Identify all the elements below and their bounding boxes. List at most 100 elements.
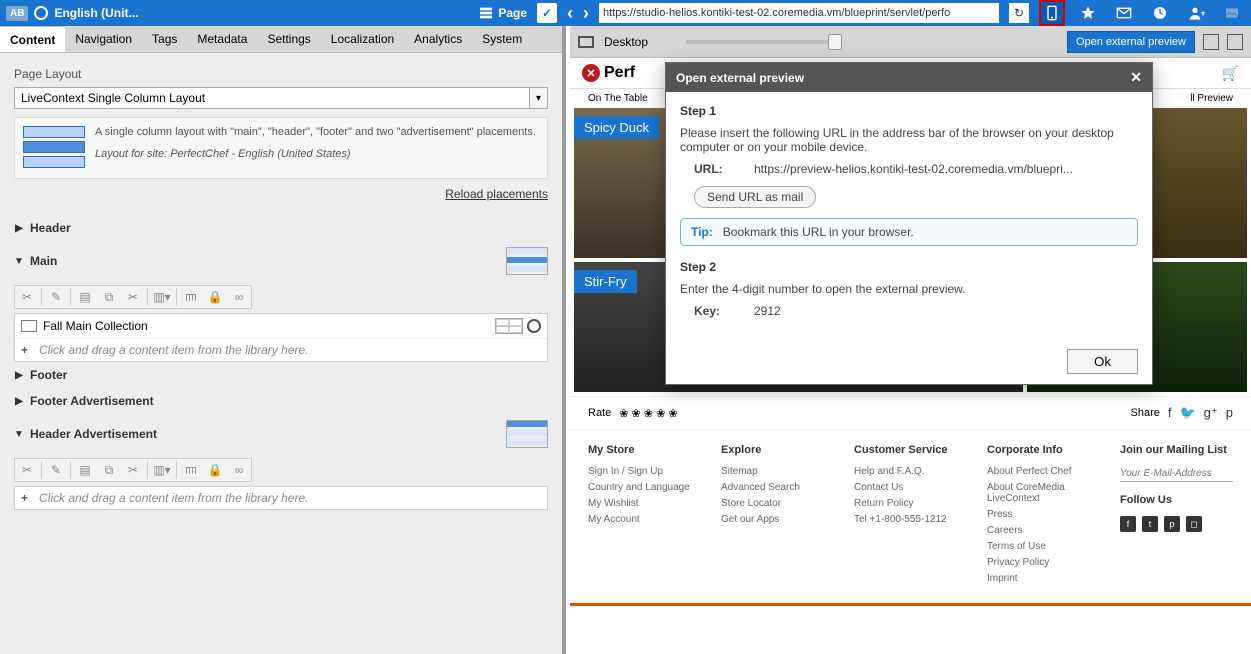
external-preview-tooltip: Open external preview xyxy=(1067,31,1195,53)
user-icon[interactable]: ▾ xyxy=(1183,0,1209,26)
rating-stars[interactable]: ❀ ❀ ❀ ❀ ❀ xyxy=(619,407,677,420)
mail-icon[interactable] xyxy=(1111,0,1137,26)
send-mail-button[interactable]: Send URL as mail xyxy=(694,186,816,208)
approve-icon[interactable]: ✓ xyxy=(537,3,557,23)
edit-icon[interactable]: ✎ xyxy=(46,461,66,479)
reload-placements-link[interactable]: Reload placements xyxy=(14,187,548,201)
layout-description: A single column layout with "main", "hea… xyxy=(14,117,548,179)
footer-col-explore: Explore Sitemap Advanced Search Store Lo… xyxy=(721,444,834,589)
favorite-icon[interactable] xyxy=(1075,0,1101,26)
share-label: Share xyxy=(1131,407,1160,419)
tree-icon[interactable]: ⺵ xyxy=(181,461,201,479)
tab-content[interactable]: Content xyxy=(0,26,65,52)
accordion-header-ad[interactable]: ▼Header Advertisement xyxy=(14,414,548,454)
key-label: Key: xyxy=(694,304,754,318)
accordion-header[interactable]: ▶Header xyxy=(14,215,548,241)
accordion-main[interactable]: ▼Main xyxy=(14,241,548,281)
copy-icon[interactable]: ⧉ xyxy=(99,288,119,306)
site-nav-item[interactable]: On The Table xyxy=(588,93,648,104)
page-indicator[interactable]: Page xyxy=(478,5,527,21)
grid-icon[interactable] xyxy=(1227,34,1243,50)
layout-select-dropdown-icon[interactable]: ▾ xyxy=(530,87,548,109)
clock-icon[interactable] xyxy=(1147,0,1173,26)
preview-toolbar: Desktop Open external preview xyxy=(570,26,1251,58)
editor-pane: Content Navigation Tags Metadata Setting… xyxy=(0,26,566,654)
layout-site-info: Layout for site: PerfectChef - English (… xyxy=(95,148,536,160)
facebook-icon[interactable]: f xyxy=(1168,405,1172,421)
site-logo[interactable]: ✕Perf xyxy=(582,64,635,82)
image-icon[interactable] xyxy=(1219,0,1245,26)
pinterest-icon[interactable]: p xyxy=(1226,405,1233,421)
nav-back-icon[interactable]: ‹ xyxy=(567,3,573,24)
link-icon[interactable] xyxy=(229,288,249,306)
collection-icon xyxy=(21,320,37,332)
save-icon[interactable]: ▤ xyxy=(75,461,95,479)
grid-view-icon[interactable] xyxy=(495,318,523,334)
cut2-icon[interactable] xyxy=(123,288,143,306)
footer-col-mail: Join our Mailing List Follow Us f t p ◻ xyxy=(1120,444,1233,589)
cut2-icon[interactable] xyxy=(123,461,143,479)
url-value: https://preview-helios.kontiki-test-02.c… xyxy=(754,162,1073,176)
round-icon[interactable] xyxy=(527,319,541,333)
nav-forward-icon[interactable]: › xyxy=(583,3,589,24)
mail-input[interactable] xyxy=(1120,466,1233,482)
close-icon[interactable]: ✕ xyxy=(1130,69,1142,86)
cart-icon[interactable]: 🛒 xyxy=(1222,65,1239,82)
link-icon[interactable] xyxy=(229,461,249,479)
tab-analytics[interactable]: Analytics xyxy=(404,26,472,52)
crop-icon[interactable] xyxy=(1203,34,1219,50)
external-preview-button[interactable] xyxy=(1039,0,1065,26)
cut-icon[interactable] xyxy=(17,288,37,306)
zoom-slider[interactable] xyxy=(686,40,836,44)
headerad-drop-zone[interactable]: + Click and drag a content item from the… xyxy=(15,487,547,509)
edit-icon[interactable]: ✎ xyxy=(46,288,66,306)
ok-button[interactable]: Ok xyxy=(1067,349,1138,374)
tab-tags[interactable]: Tags xyxy=(142,26,187,52)
paste-icon[interactable]: ▥▾ xyxy=(152,461,172,479)
ig-icon[interactable]: ◻ xyxy=(1186,516,1202,532)
footer-col-store: My Store Sign In / Sign Up Country and L… xyxy=(588,444,701,589)
paste-icon[interactable]: ▥▾ xyxy=(152,288,172,306)
accordion-footer[interactable]: ▶Footer xyxy=(14,362,548,388)
collection-label[interactable]: Fall Main Collection xyxy=(43,319,491,333)
cut-icon[interactable] xyxy=(17,461,37,479)
step1-label: Step 1 xyxy=(680,104,1138,118)
tab-settings[interactable]: Settings xyxy=(257,26,320,52)
layout-select-input[interactable] xyxy=(14,87,530,109)
lock-icon[interactable]: 🔒 xyxy=(205,288,225,306)
footer-col-corp: Corporate Info About Perfect Chef About … xyxy=(987,444,1100,589)
tree-icon[interactable]: ⺵ xyxy=(181,288,201,306)
fb-icon[interactable]: f xyxy=(1120,516,1136,532)
device-label[interactable]: Desktop xyxy=(604,35,648,49)
lock-icon[interactable]: 🔒 xyxy=(205,461,225,479)
tab-system[interactable]: System xyxy=(472,26,532,52)
footer-divider xyxy=(570,603,1251,606)
headerad-toolbar: ✎ ▤ ⧉ ▥▾ ⺵ 🔒 xyxy=(14,458,252,482)
gplus-icon[interactable]: g⁺ xyxy=(1204,405,1218,421)
pin-icon[interactable]: p xyxy=(1164,516,1180,532)
main-toolbar: ✎ ▤ ⧉ ▥▾ ⺵ 🔒 xyxy=(14,285,252,309)
twitter-icon[interactable]: 🐦 xyxy=(1179,405,1195,421)
accordion-footer-ad[interactable]: ▶Footer Advertisement xyxy=(14,388,548,414)
step1-text: Please insert the following URL in the a… xyxy=(680,126,1138,154)
url-refresh-icon[interactable]: ↻ xyxy=(1009,3,1029,23)
save-icon[interactable]: ▤ xyxy=(75,288,95,306)
tab-metadata[interactable]: Metadata xyxy=(187,26,257,52)
tw-icon[interactable]: t xyxy=(1142,516,1158,532)
main-drop-zone[interactable]: + Click and drag a content item from the… xyxy=(15,339,547,361)
key-value: 2912 xyxy=(754,304,781,318)
tab-navigation[interactable]: Navigation xyxy=(65,26,142,52)
site-nav-item[interactable]: ll Preview xyxy=(1190,93,1233,104)
copy-icon[interactable]: ⧉ xyxy=(99,461,119,479)
monitor-icon[interactable] xyxy=(578,36,594,48)
layout-thumb-icon xyxy=(23,126,85,170)
editor-tabs: Content Navigation Tags Metadata Setting… xyxy=(0,26,562,53)
locale-label[interactable]: English (Unit... xyxy=(54,6,138,20)
globe-icon[interactable] xyxy=(34,6,48,20)
tab-localization[interactable]: Localization xyxy=(321,26,404,52)
tip-text: Bookmark this URL in your browser. xyxy=(723,225,914,239)
preview-url-input[interactable] xyxy=(599,3,999,23)
ab-icon[interactable]: AB xyxy=(6,6,28,21)
step2-label: Step 2 xyxy=(680,260,1138,274)
tip-label: Tip: xyxy=(691,225,713,239)
